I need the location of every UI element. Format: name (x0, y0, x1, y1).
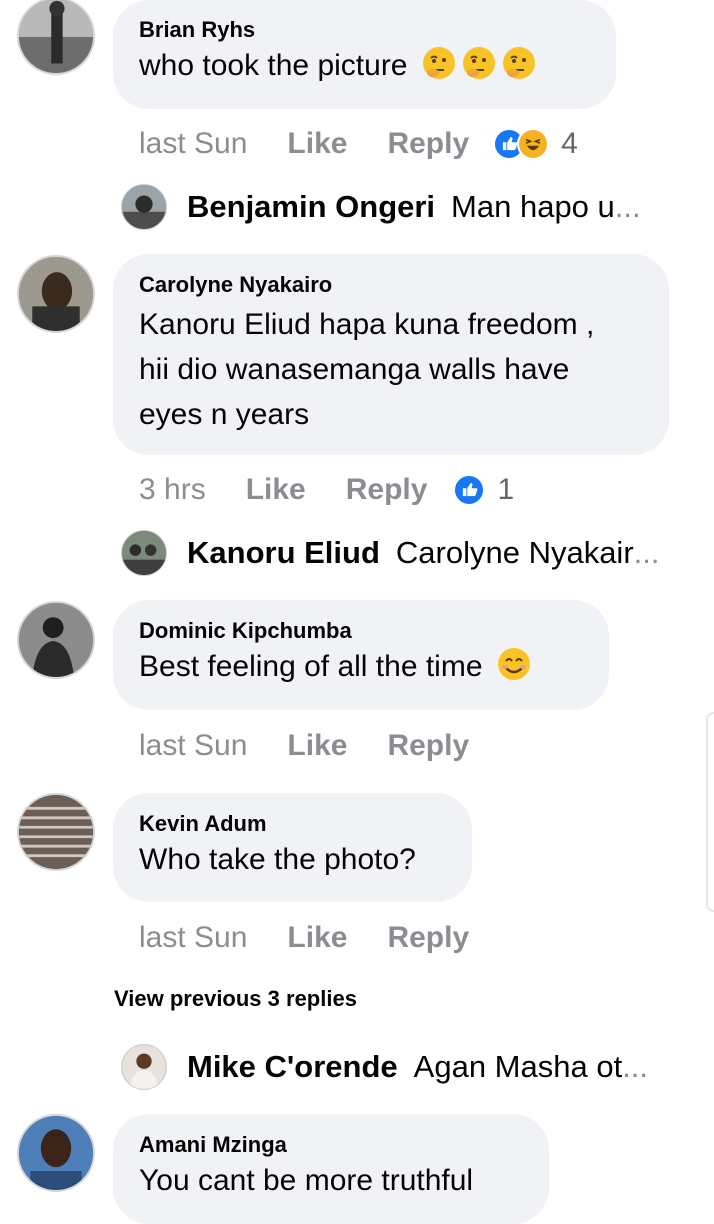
comment-bubble: Carolyne Nyakairo Kanoru Eliud hapa kuna… (113, 254, 669, 455)
comment-actions: 3 hrs Like Reply 1 (139, 470, 514, 510)
comment-text: Who take the photo? (139, 843, 416, 876)
thinking-face-icon (502, 46, 536, 80)
comment-text: who took the picture (139, 43, 590, 88)
commenter-name[interactable]: Brian Ryhs (139, 17, 590, 43)
reply-snippet: Man hapo u (451, 189, 615, 224)
comment-actions: last Sun Like Reply 4 (139, 124, 578, 164)
thinking-face-icon (422, 46, 456, 80)
comment-text-line: eyes n years (139, 398, 310, 431)
like-button[interactable]: Like (287, 127, 347, 161)
truncation-ellipsis: ... (614, 189, 641, 224)
commenter-name[interactable]: Carolyne Nyakairo (139, 272, 643, 298)
reply-author[interactable]: Kanoru Eliud (187, 535, 380, 571)
avatar-dominic-kipchumba[interactable] (17, 601, 95, 679)
comment-bubble: Dominic Kipchumba Best feeling of all th… (113, 600, 609, 710)
reply-snippet: Carolyne Nyakair (395, 535, 634, 570)
reply-button[interactable]: Reply (387, 127, 469, 161)
comment-text: You cant be more truthful (139, 1164, 474, 1197)
reactions-summary[interactable]: 1 (453, 473, 514, 507)
truncation-ellipsis: ... (633, 535, 660, 570)
commenter-name[interactable]: Kevin Adum (139, 811, 446, 837)
smiling-face-icon (497, 647, 531, 681)
haha-reaction-icon (517, 128, 550, 160)
avatar-kevin-adum[interactable] (17, 793, 95, 871)
avatar-mike-corende (121, 1044, 167, 1090)
like-button[interactable]: Like (287, 729, 347, 763)
avatar-benjamin-ongeri (121, 184, 167, 230)
like-button[interactable]: Like (287, 921, 347, 955)
comment-actions: last Sun Like Reply (139, 918, 509, 958)
comment-text: Best feeling of all the time (139, 644, 583, 689)
reply-author[interactable]: Mike C'orende (187, 1049, 398, 1085)
comment-text-line: hii dio wanasemanga walls have (139, 353, 570, 386)
comment-bubble: Amani Mzinga You cant be more truthful (113, 1114, 549, 1224)
comment-timestamp[interactable]: last Sun (139, 921, 247, 955)
reply-button[interactable]: Reply (346, 473, 428, 507)
comment-bubble: Kevin Adum Who take the photo? (113, 793, 472, 902)
comment-text-line: Kanoru Eliud hapa kuna freedom , (139, 308, 595, 341)
reactions-summary[interactable]: 4 (493, 127, 578, 161)
reply-preview[interactable]: Benjamin Ongeri Man hapo u... (121, 183, 641, 231)
avatar-amani-mzinga[interactable] (17, 1114, 95, 1192)
reaction-count: 1 (497, 473, 515, 506)
view-previous-replies-link[interactable]: View previous 3 replies (114, 986, 357, 1012)
comment-timestamp[interactable]: last Sun (139, 127, 247, 161)
reply-preview[interactable]: Mike C'orende Agan Masha ot... (121, 1043, 648, 1091)
comment-bubble: Brian Ryhs who took the picture (113, 0, 616, 109)
comment-timestamp[interactable]: last Sun (139, 729, 247, 763)
reply-button[interactable]: Reply (387, 729, 469, 763)
reply-snippet: Agan Masha ot (413, 1049, 623, 1084)
avatar-carolyne-nyakairo[interactable] (17, 255, 95, 333)
reply-button[interactable]: Reply (387, 921, 469, 955)
reply-preview[interactable]: Kanoru Eliud Carolyne Nyakair... (121, 529, 660, 577)
like-reaction-icon (453, 474, 486, 506)
avatar-brian-ryhs[interactable] (17, 0, 95, 75)
like-button[interactable]: Like (246, 473, 306, 507)
avatar-kanoru-eliud (121, 530, 167, 576)
reply-author[interactable]: Benjamin Ongeri (187, 189, 435, 225)
commenter-name[interactable]: Dominic Kipchumba (139, 618, 583, 644)
truncation-ellipsis: ... (622, 1049, 649, 1084)
comment-actions: last Sun Like Reply (139, 726, 509, 766)
commenter-name[interactable]: Amani Mzinga (139, 1132, 523, 1158)
comment-timestamp[interactable]: 3 hrs (139, 473, 206, 507)
thinking-face-icon (462, 46, 496, 80)
reaction-count: 4 (561, 127, 578, 160)
floating-side-panel-edge[interactable] (706, 712, 714, 912)
